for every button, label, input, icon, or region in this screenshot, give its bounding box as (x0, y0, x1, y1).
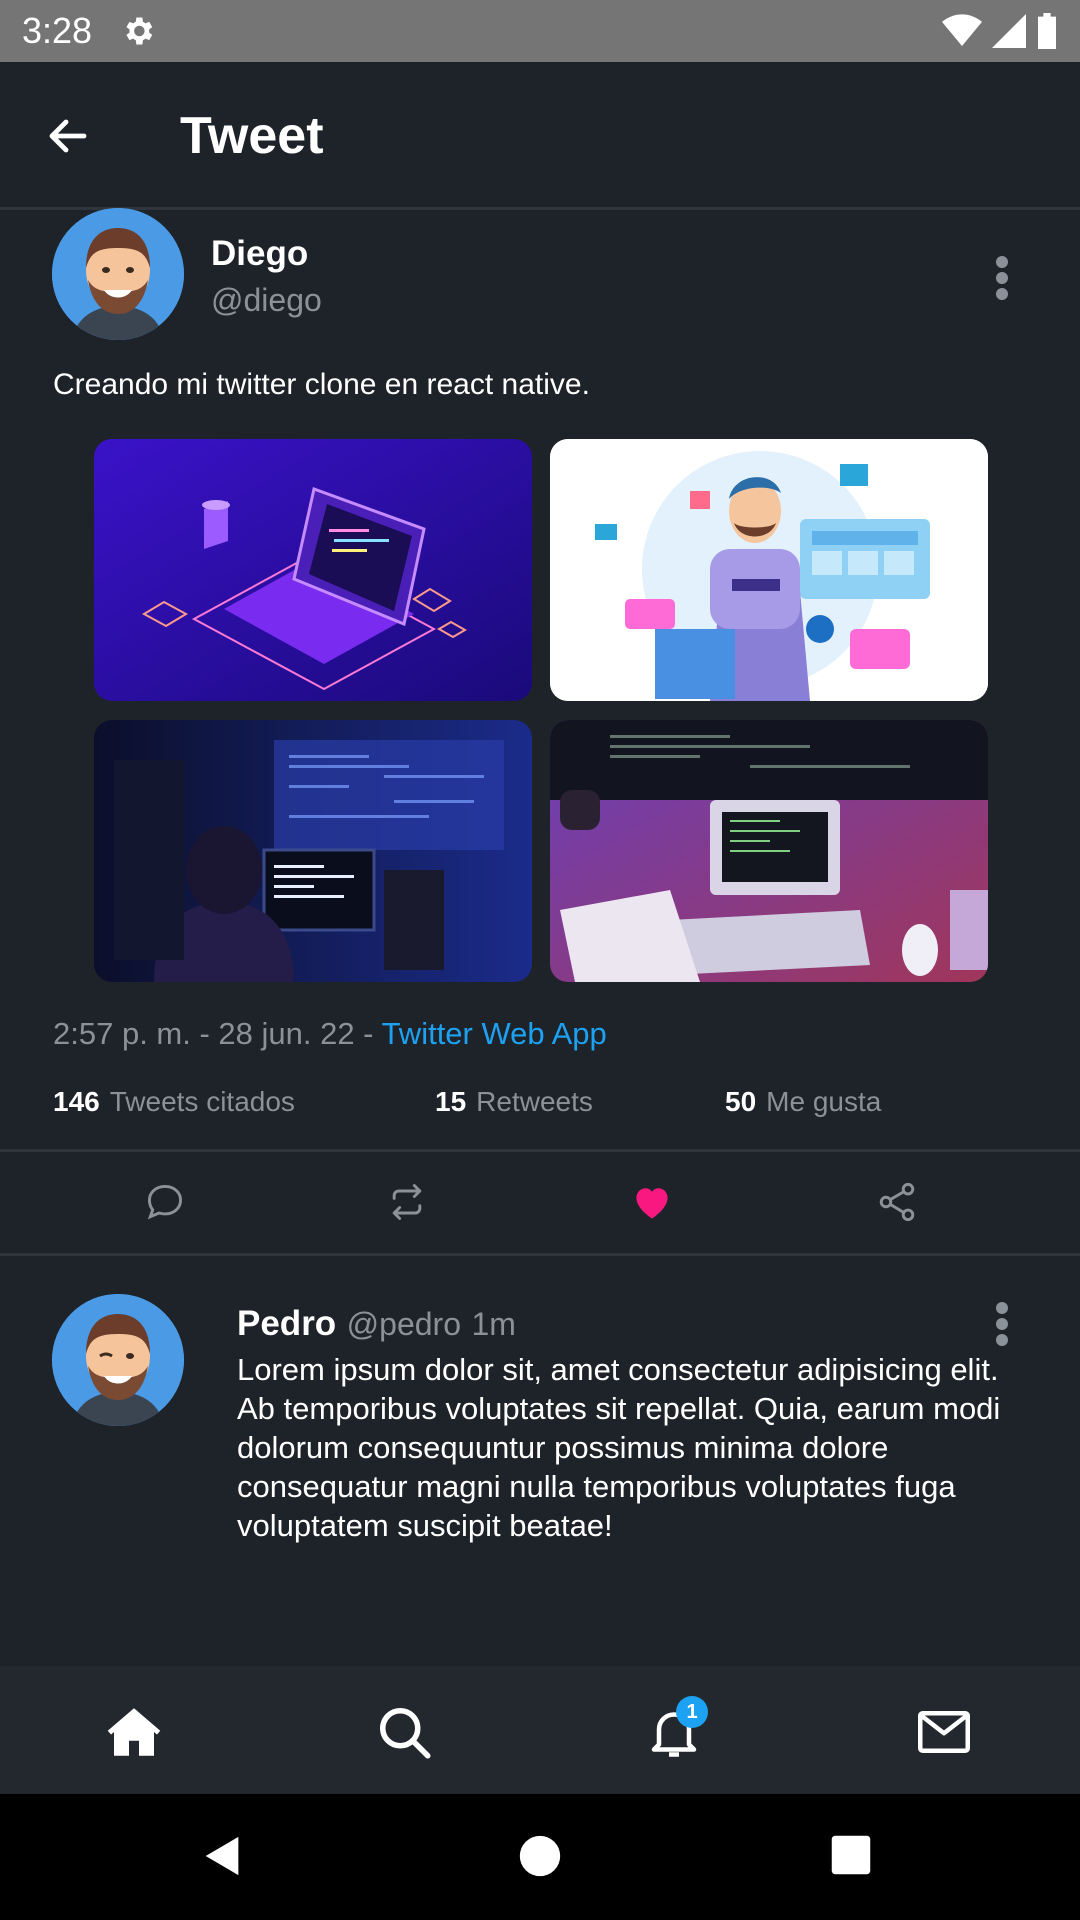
tweet-meta: 2:57 p. m. - 28 jun. 22 - Twitter Web Ap… (53, 1016, 607, 1052)
stat-retweets-label: Retweets (476, 1086, 593, 1117)
share-icon[interactable] (875, 1180, 919, 1224)
reply-text: Lorem ipsum dolor sit, amet consectetur … (237, 1352, 1001, 1543)
bottom-nav: 1 (0, 1666, 1080, 1794)
settings-gear-icon (126, 17, 153, 45)
reply-author-name[interactable]: Pedro (237, 1304, 336, 1343)
tweet-screen: Tweet Diego @diego Creando mi twitter cl… (0, 62, 1080, 1794)
reply-time: 1m (471, 1306, 516, 1342)
status-time: 3:28 (22, 10, 93, 51)
divider (0, 1149, 1080, 1152)
media-image-desk[interactable] (550, 720, 988, 982)
stat-quotes-label: Tweets citados (109, 1086, 295, 1117)
comment-icon[interactable] (143, 1180, 187, 1224)
tweet-text: Creando mi twitter clone en react native… (53, 368, 590, 401)
status-bar: 3:28 (0, 0, 1080, 62)
home-icon[interactable] (104, 1702, 164, 1762)
tweet-source-link[interactable]: Twitter Web App (382, 1016, 607, 1051)
battery-icon (1038, 13, 1056, 49)
back-arrow-icon[interactable] (44, 112, 92, 160)
signal-icon (992, 14, 1026, 48)
mail-icon[interactable] (914, 1702, 974, 1762)
top-bar: Tweet (0, 62, 1080, 210)
stat-retweets[interactable]: 15 Retweets (435, 1086, 593, 1118)
reply-author-handle[interactable]: @pedro (347, 1306, 461, 1342)
more-vertical-icon[interactable] (992, 1302, 1012, 1346)
retweet-icon[interactable] (385, 1180, 429, 1224)
stat-quotes-count: 146 (53, 1086, 100, 1117)
more-vertical-icon[interactable] (992, 256, 1012, 300)
notifications-badge: 1 (676, 1696, 708, 1728)
author-name[interactable]: Diego (211, 234, 322, 274)
divider (0, 1253, 1080, 1256)
media-image-programmer[interactable] (94, 720, 532, 982)
system-navigation-bar (0, 1794, 1080, 1920)
media-image-laptop[interactable] (94, 439, 532, 701)
tweet-timestamp: 2:57 p. m. - 28 jun. 22 - (53, 1016, 374, 1051)
stat-likes-count: 50 (725, 1086, 757, 1117)
stat-quotes[interactable]: 146 Tweets citados (53, 1086, 295, 1118)
wifi-icon (942, 14, 982, 47)
avatar-pedro[interactable] (52, 1294, 184, 1426)
system-back-icon[interactable] (200, 1832, 246, 1880)
system-home-icon[interactable] (518, 1834, 562, 1878)
avatar-illustration (52, 1294, 184, 1426)
stat-likes-label: Me gusta (766, 1086, 882, 1117)
status-icons (942, 13, 1058, 49)
page-title: Tweet (180, 107, 324, 165)
author-block: Diego @diego (211, 234, 322, 319)
avatar-illustration (52, 208, 184, 340)
system-recents-icon[interactable] (830, 1834, 872, 1876)
avatar-diego[interactable] (52, 208, 184, 340)
stat-likes[interactable]: 50 Me gusta (725, 1086, 881, 1118)
author-handle[interactable]: @diego (211, 282, 322, 319)
search-icon[interactable] (374, 1702, 434, 1762)
heart-icon[interactable] (630, 1180, 674, 1224)
reply-header: Pedro @pedro 1m (237, 1304, 516, 1344)
stat-retweets-count: 15 (435, 1086, 467, 1117)
media-image-designer[interactable] (550, 439, 988, 701)
media-grid (94, 439, 988, 982)
